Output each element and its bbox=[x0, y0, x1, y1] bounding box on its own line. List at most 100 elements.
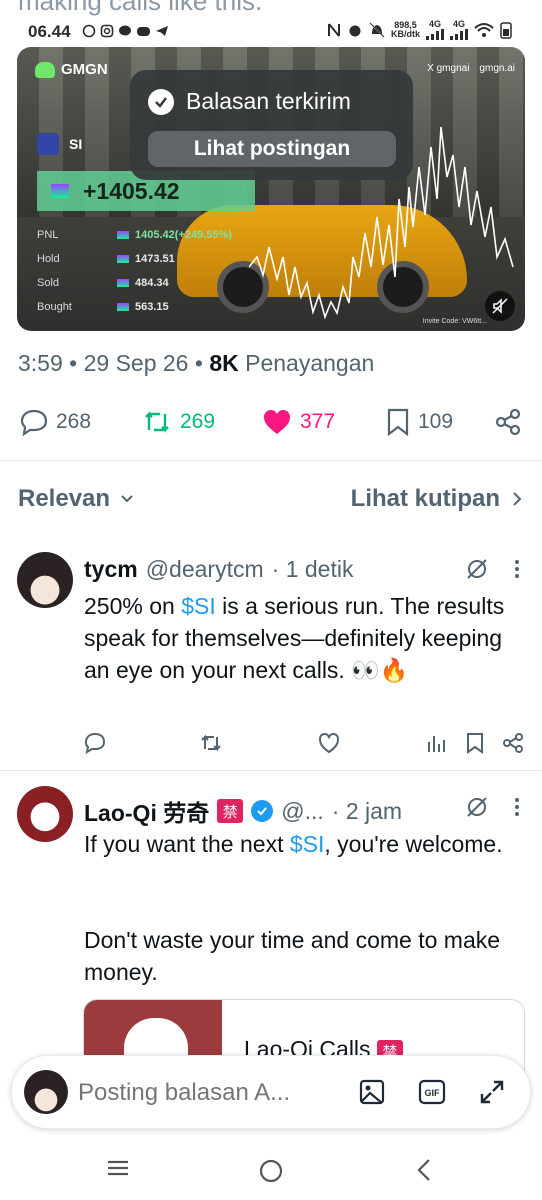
reply-text-paragraph: Don't waste your time and come to make m… bbox=[84, 927, 501, 985]
cashtag-link[interactable]: $SI bbox=[290, 831, 325, 857]
mute-button[interactable] bbox=[485, 291, 515, 321]
post-meta: 3:59 • 29 Sep 26 • 8K Penayangan bbox=[18, 350, 374, 377]
status-system-icons: 898,5 KB/dtk 4G 4G bbox=[327, 20, 512, 40]
avatar bbox=[24, 1070, 68, 1114]
battery-icon bbox=[500, 22, 512, 39]
svg-text:GIF: GIF bbox=[425, 1088, 441, 1098]
stat-row: Sold 484.34 bbox=[37, 271, 277, 295]
share-icon[interactable] bbox=[502, 732, 524, 754]
heart-icon bbox=[264, 410, 290, 434]
media-handle-x: X gmgnai bbox=[427, 63, 470, 74]
reply-time: · 2 jam bbox=[331, 797, 403, 824]
solana-icon bbox=[117, 303, 129, 311]
home-icon[interactable] bbox=[258, 1158, 284, 1184]
gif-icon[interactable]: GIF bbox=[418, 1079, 446, 1105]
reply-count: 268 bbox=[56, 410, 92, 433]
reply-input[interactable] bbox=[78, 1076, 328, 1110]
reply-button[interactable]: 268 bbox=[20, 408, 91, 436]
views-count: 8K bbox=[209, 350, 239, 376]
sort-label: Relevan bbox=[18, 485, 111, 512]
chevron-down-icon bbox=[121, 495, 133, 503]
bookmark-count: 109 bbox=[418, 410, 454, 433]
media-handle-site: gmgn.ai bbox=[479, 63, 515, 74]
discord-icon bbox=[137, 27, 150, 36]
telegram-icon bbox=[156, 26, 168, 36]
volume-off-icon bbox=[492, 298, 508, 314]
bookmark-button[interactable]: 109 bbox=[386, 408, 453, 436]
expand-icon[interactable] bbox=[478, 1078, 506, 1106]
status-notification-icons bbox=[82, 24, 169, 38]
stat-label: Bought bbox=[37, 301, 72, 313]
grok-icon[interactable] bbox=[466, 796, 488, 818]
reply-composer[interactable]: GIF bbox=[11, 1055, 531, 1129]
back-icon[interactable] bbox=[416, 1158, 432, 1182]
check-icon bbox=[148, 88, 174, 115]
reply-author-name[interactable]: tycm bbox=[84, 556, 138, 583]
repost-button[interactable]: 269 bbox=[142, 408, 215, 436]
reply-item[interactable]: tycm @dearytcm · 1 detik 250% on $SI is … bbox=[0, 548, 542, 768]
signal-icon bbox=[450, 29, 468, 40]
network-sim1-label: 4G bbox=[428, 19, 441, 29]
stat-label: Hold bbox=[37, 253, 60, 265]
frog-icon bbox=[35, 61, 55, 78]
image-icon[interactable] bbox=[358, 1078, 386, 1106]
signal-icon bbox=[426, 29, 444, 40]
divider bbox=[0, 770, 542, 771]
repost-icon bbox=[145, 411, 169, 433]
more-icon[interactable] bbox=[514, 559, 520, 579]
reply-text-part: 250% on bbox=[84, 593, 182, 619]
divider bbox=[0, 460, 542, 461]
reply-actions bbox=[84, 732, 524, 758]
reply-author-handle[interactable]: @... bbox=[281, 798, 324, 825]
heart-icon[interactable] bbox=[318, 732, 340, 754]
like-button[interactable]: 377 bbox=[262, 408, 335, 436]
view-post-button[interactable]: Lihat postingan bbox=[148, 131, 396, 167]
media-handles: X gmgnai gmgn.ai bbox=[427, 63, 515, 74]
repost-icon[interactable] bbox=[200, 732, 222, 754]
mute-bell-icon bbox=[369, 22, 385, 38]
invite-code: Invite Code: VW6tt... bbox=[422, 318, 487, 325]
solana-icon bbox=[51, 184, 69, 198]
network-sim2: 4G bbox=[450, 20, 468, 40]
recents-icon[interactable] bbox=[106, 1158, 130, 1178]
reply-sent-toast: Balasan terkirim Lihat postingan bbox=[130, 70, 413, 180]
bookmark-icon[interactable] bbox=[466, 732, 484, 754]
sort-relevance-dropdown[interactable]: Relevan bbox=[18, 485, 134, 513]
nfc-icon bbox=[328, 23, 340, 37]
like-count: 377 bbox=[300, 410, 336, 433]
view-quotes-link[interactable]: Lihat kutipan bbox=[351, 485, 522, 513]
solana-icon bbox=[117, 231, 129, 239]
pnl-value: +1405.42 bbox=[83, 177, 180, 204]
reply-icon[interactable] bbox=[84, 732, 106, 754]
more-icon[interactable] bbox=[514, 797, 520, 817]
stat-row: Hold 1473.51 bbox=[37, 247, 277, 271]
bookmark-icon bbox=[387, 408, 409, 436]
views-label[interactable]: Penayangan bbox=[245, 350, 374, 376]
stat-value: 563.15 bbox=[135, 301, 169, 313]
reply-author-handle[interactable]: @dearytcm bbox=[146, 556, 264, 583]
avatar[interactable] bbox=[17, 786, 73, 842]
reply-time: · 1 detik bbox=[271, 556, 354, 582]
stat-value: 484.34 bbox=[135, 277, 169, 289]
share-button[interactable] bbox=[494, 408, 522, 436]
network-speed-unit: KB/dtk bbox=[391, 29, 420, 39]
wifi-icon bbox=[474, 23, 494, 37]
chevron-right-icon bbox=[513, 492, 522, 506]
avatar[interactable] bbox=[17, 552, 73, 608]
reply-icon bbox=[20, 409, 48, 436]
stat-label: Sold bbox=[37, 277, 60, 289]
stat-row: PNL 1405.42(+249.55%) bbox=[37, 223, 277, 247]
share-icon bbox=[495, 408, 521, 436]
stat-value: 1405.42(+249.55%) bbox=[135, 229, 232, 241]
analytics-icon[interactable] bbox=[426, 732, 446, 754]
reply-author-name[interactable]: Lao-Qi 劳奇 bbox=[84, 794, 209, 828]
view-quotes-label: Lihat kutipan bbox=[350, 485, 500, 512]
system-nav-bar bbox=[0, 1140, 542, 1200]
cashtag-link[interactable]: $SI bbox=[181, 593, 216, 619]
stat-label: PNL bbox=[37, 229, 59, 241]
stat-value: 1473.51 bbox=[135, 253, 175, 265]
reply-text: If you want the next $SI, you're welcome… bbox=[84, 828, 524, 860]
chat-icon bbox=[119, 25, 131, 36]
post-action-bar: 268 269 377 109 bbox=[0, 400, 542, 446]
grok-icon[interactable] bbox=[466, 558, 488, 580]
